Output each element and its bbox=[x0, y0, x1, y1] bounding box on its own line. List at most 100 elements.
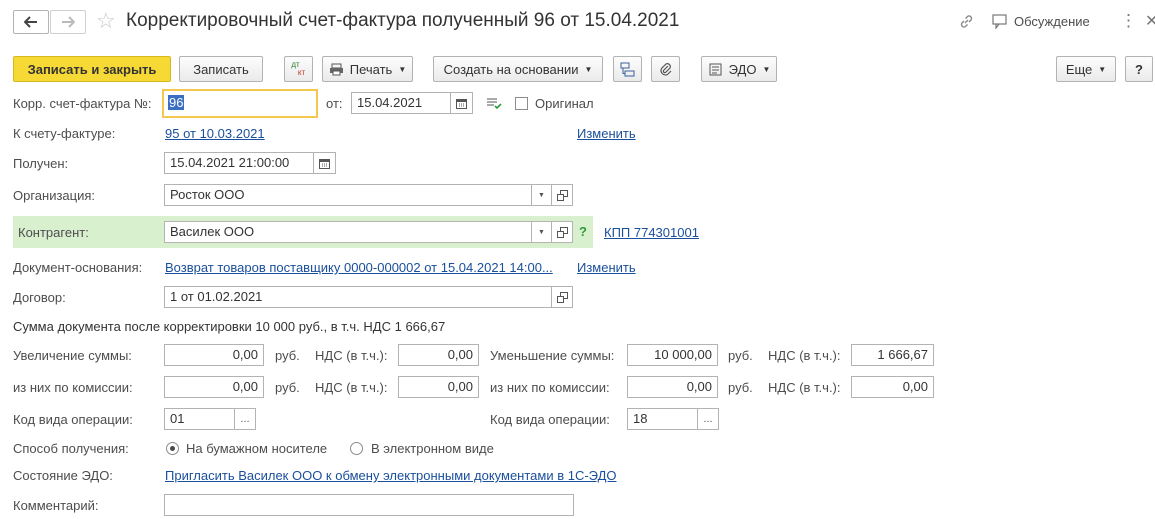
received-label: Получен: bbox=[13, 156, 69, 171]
commission-inc-vat-field[interactable]: 0,00 bbox=[398, 376, 479, 398]
forward-button[interactable] bbox=[50, 10, 86, 34]
structure-button[interactable] bbox=[613, 56, 642, 82]
save-close-button[interactable]: Записать и закрыть bbox=[13, 56, 171, 82]
printer-icon bbox=[329, 63, 343, 75]
original-checkbox[interactable] bbox=[515, 97, 528, 110]
attach-button[interactable] bbox=[651, 56, 680, 82]
from-label: от: bbox=[326, 96, 343, 111]
op-code-left-select-button[interactable]: ... bbox=[234, 408, 256, 430]
help-button[interactable]: ? bbox=[1125, 56, 1153, 82]
paperclip-icon bbox=[659, 62, 671, 76]
dt-kt-button[interactable]: дт кт bbox=[284, 56, 313, 82]
print-button[interactable]: Печать ▼ bbox=[322, 56, 413, 82]
commission-inc-sum-field[interactable]: 0,00 bbox=[164, 376, 264, 398]
save-close-label: Записать и закрыть bbox=[27, 61, 157, 77]
original-label: Оригинал bbox=[535, 96, 594, 111]
increase-sum-field[interactable]: 0,00 bbox=[164, 344, 264, 366]
arrow-left-icon bbox=[24, 16, 37, 28]
contract-label: Договор: bbox=[13, 290, 66, 305]
counterparty-open-button[interactable] bbox=[551, 221, 573, 243]
from-date-calendar-button[interactable] bbox=[450, 92, 473, 114]
more-label: Еще bbox=[1065, 61, 1093, 77]
open-window-icon bbox=[556, 226, 568, 238]
commission-dec-vat-label: НДС (в т.ч.): bbox=[768, 380, 841, 395]
edo-status-icon[interactable] bbox=[486, 96, 502, 113]
corr-invoice-number-field[interactable]: 96 bbox=[162, 89, 318, 118]
paper-option-label[interactable]: На бумажном носителе bbox=[186, 441, 327, 457]
counterparty-label: Контрагент: bbox=[18, 225, 89, 240]
open-window-icon bbox=[556, 189, 568, 201]
document-structure-icon bbox=[620, 62, 635, 76]
increase-vat-field[interactable]: 0,00 bbox=[398, 344, 479, 366]
increase-vat-label: НДС (в т.ч.): bbox=[315, 348, 388, 363]
contract-field[interactable]: 1 от 01.02.2021 bbox=[164, 286, 552, 308]
kt-label: кт bbox=[297, 68, 306, 77]
arrow-right-icon bbox=[62, 16, 75, 28]
kpp-link[interactable]: КПП 774301001 bbox=[604, 225, 699, 241]
decrease-rub-label: руб. bbox=[728, 348, 753, 363]
electronic-radio[interactable] bbox=[350, 442, 363, 455]
more-button[interactable]: Еще ▼ bbox=[1056, 56, 1116, 82]
commission-dec-rub-label: руб. bbox=[728, 380, 753, 395]
edo-state-label: Состояние ЭДО: bbox=[13, 468, 113, 483]
received-datetime-field[interactable]: 15.04.2021 21:00:00 bbox=[164, 152, 314, 174]
save-button[interactable]: Записать bbox=[179, 56, 263, 82]
base-doc-label: Документ-основания: bbox=[13, 260, 143, 275]
op-code-right-select-button[interactable]: ... bbox=[697, 408, 719, 430]
back-button[interactable] bbox=[13, 10, 49, 34]
electronic-option-label[interactable]: В электронном виде bbox=[371, 441, 494, 457]
more-vertical-icon[interactable]: ⋮ bbox=[1120, 11, 1137, 31]
chevron-down-icon: ▼ bbox=[538, 191, 545, 199]
help-label: ? bbox=[1135, 61, 1143, 77]
counterparty-dropdown-button[interactable]: ▼ bbox=[531, 221, 552, 243]
discussion-link[interactable]: Обсуждение bbox=[1014, 14, 1090, 29]
to-invoice-link[interactable]: 95 от 10.03.2021 bbox=[165, 126, 265, 142]
to-invoice-label: К счету-фактуре: bbox=[13, 126, 116, 141]
from-date-field[interactable]: 15.04.2021 bbox=[351, 92, 451, 114]
close-icon[interactable]: ✕ bbox=[1145, 12, 1155, 32]
counterparty-field[interactable]: Василек ООО bbox=[164, 221, 532, 243]
org-open-button[interactable] bbox=[551, 184, 573, 206]
commission-inc-label: из них по комиссии: bbox=[13, 380, 133, 395]
commission-inc-rub-label: руб. bbox=[275, 380, 300, 395]
received-calendar-button[interactable] bbox=[313, 152, 336, 174]
favorite-star-icon[interactable]: ☆ bbox=[96, 8, 116, 34]
corr-invoice-number-value: 96 bbox=[168, 95, 185, 110]
change-base-doc-link[interactable]: Изменить bbox=[577, 260, 636, 276]
commission-dec-sum-field[interactable]: 0,00 bbox=[627, 376, 718, 398]
paper-radio[interactable] bbox=[166, 442, 179, 455]
open-window-icon bbox=[556, 291, 568, 303]
commission-dec-label: из них по комиссии: bbox=[490, 380, 610, 395]
comment-field[interactable] bbox=[164, 494, 574, 516]
save-label: Записать bbox=[193, 61, 249, 77]
op-code-left-label: Код вида операции: bbox=[13, 412, 133, 427]
calendar-icon bbox=[456, 98, 467, 109]
increase-rub-label: руб. bbox=[275, 348, 300, 363]
link-icon[interactable] bbox=[958, 13, 975, 33]
edo-invite-link[interactable]: Пригласить Василек ООО к обмену электрон… bbox=[165, 468, 617, 484]
commission-inc-vat-label: НДС (в т.ч.): bbox=[315, 380, 388, 395]
org-field[interactable]: Росток ООО bbox=[164, 184, 532, 206]
base-doc-link[interactable]: Возврат товаров поставщику 0000-000002 о… bbox=[165, 260, 553, 276]
commission-dec-vat-field[interactable]: 0,00 bbox=[851, 376, 934, 398]
change-invoice-link[interactable]: Изменить bbox=[577, 126, 636, 142]
edo-button[interactable]: ЭДО ▼ bbox=[701, 56, 777, 82]
op-code-right-field[interactable]: 18 bbox=[627, 408, 698, 430]
page-title: Корректировочный счет-фактура полученный… bbox=[126, 10, 680, 31]
counterparty-help-icon[interactable]: ? bbox=[579, 224, 587, 239]
contract-open-button[interactable] bbox=[551, 286, 573, 308]
op-code-left-field[interactable]: 01 bbox=[164, 408, 235, 430]
create-based-button[interactable]: Создать на основании ▼ bbox=[433, 56, 603, 82]
decrease-sum-field[interactable]: 10 000,00 bbox=[627, 344, 718, 366]
calendar-icon bbox=[319, 158, 330, 169]
org-dropdown-button[interactable]: ▼ bbox=[531, 184, 552, 206]
org-label: Организация: bbox=[13, 188, 96, 203]
discussion-icon[interactable] bbox=[992, 14, 1008, 32]
edo-label: ЭДО bbox=[728, 61, 757, 77]
receive-method-label: Способ получения: bbox=[13, 441, 129, 456]
op-code-right-label: Код вида операции: bbox=[490, 412, 610, 427]
decrease-vat-field[interactable]: 1 666,67 bbox=[851, 344, 934, 366]
comment-label: Комментарий: bbox=[13, 498, 99, 513]
decrease-vat-label: НДС (в т.ч.): bbox=[768, 348, 841, 363]
decrease-label: Уменьшение суммы: bbox=[490, 348, 615, 363]
